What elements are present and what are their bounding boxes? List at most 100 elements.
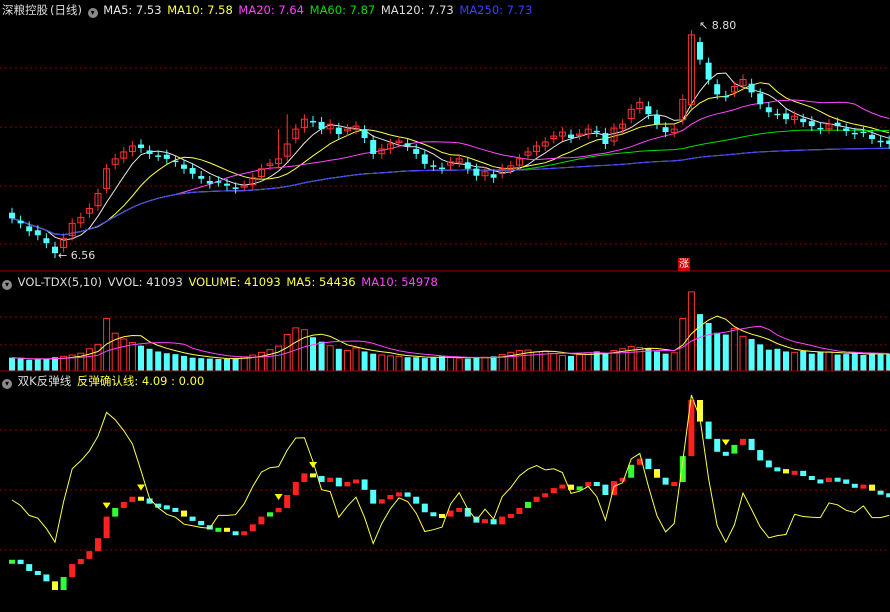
indicator-bar (482, 519, 488, 524)
indicator-bar (740, 438, 746, 445)
candle-body-down (877, 140, 884, 143)
volume-bar-down (705, 323, 712, 371)
indicator-bar (284, 495, 291, 508)
indicator-bar (774, 467, 781, 472)
indicator-bar (77, 558, 84, 565)
volume-bar-down (421, 358, 428, 371)
indicator-bar (344, 482, 351, 487)
candle-body-down (138, 144, 144, 148)
indicator-bar (593, 482, 600, 487)
indicator-bar (731, 444, 738, 454)
volume-bar-up (730, 327, 738, 372)
volume-bar-up (455, 357, 463, 372)
main-legend: 深粮控股 (日线) ▾ MA5: 7.53 MA10: 7.58 MA20: 7.… (2, 2, 534, 18)
volume-bar-up (481, 356, 489, 372)
candle-body-down (361, 130, 368, 139)
volume-bar-down (206, 358, 213, 371)
indicator-bar (224, 527, 230, 532)
indicator-bar (826, 477, 832, 483)
indicator-bar (34, 571, 41, 575)
indicator-bar (258, 516, 265, 525)
indicator-bar (886, 493, 890, 498)
candle-body-down (886, 140, 890, 144)
signal-triangle (274, 493, 283, 500)
indicator-bar (447, 510, 454, 517)
candle-body-down (9, 212, 15, 219)
indicator-bar (662, 477, 669, 485)
collapse-icon[interactable]: ▾ (2, 280, 12, 290)
indicator-bar (17, 559, 24, 565)
candle-body-down (645, 106, 652, 115)
indicator-bar (404, 492, 411, 497)
indicator-bar (714, 438, 721, 452)
collapse-icon[interactable]: ▾ (87, 8, 98, 18)
volume-bar-down (662, 353, 669, 371)
low-price-label: ← 6.56 (58, 249, 96, 262)
volume-bar-down (800, 351, 807, 371)
candle-body-down (318, 121, 325, 130)
volume-bar-down (654, 351, 660, 371)
indicator-bar (490, 519, 497, 525)
indicator-bar (301, 473, 308, 483)
candle-body-down (834, 122, 841, 127)
indicator-bar (163, 505, 170, 510)
candle-body-down (843, 128, 850, 132)
collapse-icon[interactable]: ▾ (2, 379, 12, 389)
candle-body-down (714, 84, 721, 95)
volume-bar-down (198, 358, 205, 371)
indicator-bar (232, 531, 239, 536)
volume-bar-down (318, 341, 325, 371)
volume-bar-up (85, 348, 93, 372)
volume-bar-down (172, 354, 179, 371)
vol-name: VOL-TDX(5,10) (17, 275, 103, 289)
legend-ma60: MA60: 7.87 (309, 3, 376, 17)
indicator-bar (439, 514, 445, 518)
candle-body-down (43, 238, 50, 244)
indicator-bar (275, 507, 282, 513)
volume-bar-up (266, 349, 274, 372)
indicator-bar (9, 559, 15, 564)
indicator-legend: ▾ 双K反弹线 反弹确认线: 4.09 : 0.00 (2, 373, 206, 389)
candle-body-down (404, 143, 411, 146)
indicator-bar (267, 512, 273, 517)
volume-bar-down (869, 353, 875, 371)
volume-bar-down (843, 354, 850, 371)
candle-body-down (206, 180, 213, 184)
indicator-bar (533, 496, 540, 502)
signal-triangle (721, 439, 730, 446)
candle-body-down (722, 95, 729, 98)
vol-ma5: MA5: 54436 (286, 275, 356, 289)
volume-bar-down (34, 359, 41, 371)
candle-body-down (413, 148, 420, 154)
volume-bar-down (26, 359, 33, 371)
indicator-bar (378, 499, 385, 504)
volume-bar-up (739, 335, 747, 372)
indicator-bar (95, 538, 101, 552)
candle-body-down (662, 127, 669, 133)
candle-body-down (800, 118, 807, 123)
volume-bar-down (43, 359, 50, 371)
volume-bar-up (610, 350, 618, 372)
indicator-bar (138, 496, 144, 501)
candle-body-down (34, 230, 41, 236)
vol-ma10: MA10: 54978 (361, 275, 438, 289)
indicator-bar (249, 524, 256, 532)
legend-ma120: MA120: 7.73 (380, 3, 454, 17)
signal-triangle (137, 484, 145, 491)
candle-body-down (370, 140, 377, 154)
candle-body-down (310, 120, 316, 123)
volume-bar-down (146, 348, 153, 371)
indicator-bar (198, 520, 205, 526)
volume-bar-down (138, 345, 144, 371)
volume-bar-up (300, 329, 308, 372)
indicator-bar (877, 490, 884, 495)
volume-bar-down (430, 357, 437, 371)
candle-body-down (215, 181, 222, 183)
candle-body-down (155, 155, 162, 157)
indicator-bar (181, 510, 187, 517)
indicator-bar (843, 479, 850, 484)
volume-bar-down (189, 357, 196, 371)
volume-bar-up (352, 347, 360, 372)
candle-body-down (473, 168, 480, 176)
volume-bar-up (670, 352, 678, 372)
